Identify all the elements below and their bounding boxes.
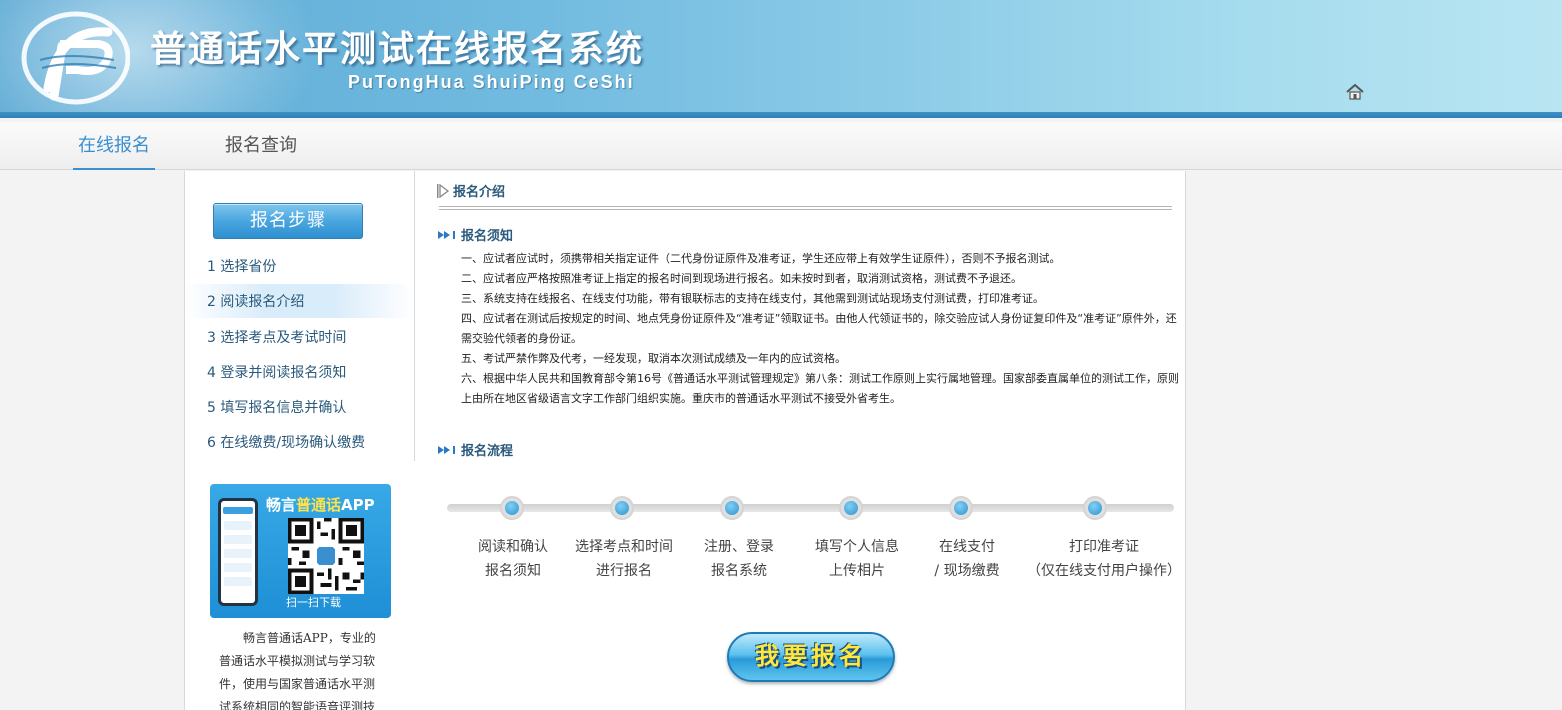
flow-step-label: 填写个人信息 上传相片 xyxy=(815,539,899,579)
steps-sidebar: 报名步骤 1 选择省份 2 阅读报名介绍 3 选择考点及考试时间 4 登录并阅读… xyxy=(185,171,415,461)
tab-online-registration[interactable]: 在线报名 xyxy=(73,122,155,170)
notice-item: 六、根据中华人民共和国教育部令第16号《普通话水平测试管理规定》第八条：测试工作… xyxy=(461,372,1179,405)
flow-track xyxy=(447,504,1174,512)
main-panel: 报名步骤 1 选择省份 2 阅读报名介绍 3 选择考点及考试时间 4 登录并阅读… xyxy=(184,171,1186,710)
flow-step-dot xyxy=(1083,496,1107,520)
notice-title: 报名须知 xyxy=(437,225,513,244)
site-title: 普通话水平测试在线报名系统 xyxy=(150,29,645,70)
sidebar-step-2[interactable]: 2 阅读报名介绍 xyxy=(207,285,397,319)
section-title: 报名介绍 xyxy=(437,181,505,200)
app-download-card[interactable]: 畅言普通话APP 扫一扫下载 xyxy=(210,484,391,618)
double-arrow-icon xyxy=(438,231,455,239)
notice-item: 五、考试严禁作弊及代考，一经发现，取消本次测试成绩及一年内的应试资格。 xyxy=(461,352,846,365)
qr-code-icon xyxy=(288,518,364,594)
steps-title: 报名步骤 xyxy=(213,203,363,239)
flow-step-dot xyxy=(839,496,863,520)
site-subtitle: PuTongHua ShuiPing CeShi xyxy=(348,72,635,92)
sidebar-step-3[interactable]: 3 选择考点及考试时间 xyxy=(207,321,346,355)
flow-step-dot xyxy=(610,496,634,520)
apply-button[interactable]: 我要报名 xyxy=(727,632,895,682)
flow-step-label: 打印准考证 （仅在线支付用户操作） xyxy=(1027,539,1181,579)
home-icon[interactable] xyxy=(1346,84,1364,100)
double-arrow-icon xyxy=(438,446,455,454)
notice-item: 一、应试者应试时，须携带相关指定证件（二代身份证原件及准考证，学生还应带上有效学… xyxy=(461,252,1061,265)
flow-step-label: 选择考点和时间 进行报名 xyxy=(575,539,673,579)
flow-step-label: 在线支付 / 现场缴费 xyxy=(934,539,1000,579)
sidebar-step-1[interactable]: 1 选择省份 xyxy=(207,250,276,284)
app-card-title: 畅言普通话APP xyxy=(266,496,375,514)
section-divider xyxy=(439,206,1172,210)
notice-item: 三、系统支持在线报名、在线支付功能，带有银联标志的支持在线支付，其他需到测试站现… xyxy=(461,292,1044,305)
flow-step-label: 注册、登录 报名系统 xyxy=(704,539,774,579)
phone-illustration xyxy=(218,498,258,606)
sidebar-step-4[interactable]: 4 登录并阅读报名须知 xyxy=(207,356,346,390)
notice-list: 一、应试者应试时，须携带相关指定证件（二代身份证原件及准考证，学生还应带上有效学… xyxy=(461,249,1183,409)
notice-item: 四、应试者在测试后按规定的时间、地点凭身份证原件及“准考证”领取证书。由他人代领… xyxy=(461,312,1177,345)
flow-step-dot xyxy=(500,496,524,520)
flow-title: 报名流程 xyxy=(437,440,513,459)
tab-registration-query[interactable]: 报名查询 xyxy=(220,122,302,170)
section-arrow-icon xyxy=(437,183,450,199)
app-description: 畅言普通话APP，专业的普通话水平模拟测试与学习软件，使用与国家普通话水平测试系… xyxy=(219,631,376,710)
flow-step-dot xyxy=(720,496,744,520)
site-logo xyxy=(21,11,130,105)
sidebar-step-6[interactable]: 6 在线缴费/现场确认缴费 xyxy=(207,426,365,460)
app-scan-label: 扫一扫下载 xyxy=(286,596,341,609)
sidebar-step-5[interactable]: 5 填写报名信息并确认 xyxy=(207,391,346,425)
flow-step-dot xyxy=(949,496,973,520)
top-nav: 在线报名 报名查询 xyxy=(0,122,1562,170)
notice-item: 二、应试者应严格按照准考证上指定的报名时间到现场进行报名。如未按时到者，取消测试… xyxy=(461,272,1022,285)
header-banner: 普通话水平测试在线报名系统 PuTongHua ShuiPing CeShi xyxy=(0,0,1562,118)
flow-step-label: 阅读和确认 报名须知 xyxy=(478,539,548,579)
